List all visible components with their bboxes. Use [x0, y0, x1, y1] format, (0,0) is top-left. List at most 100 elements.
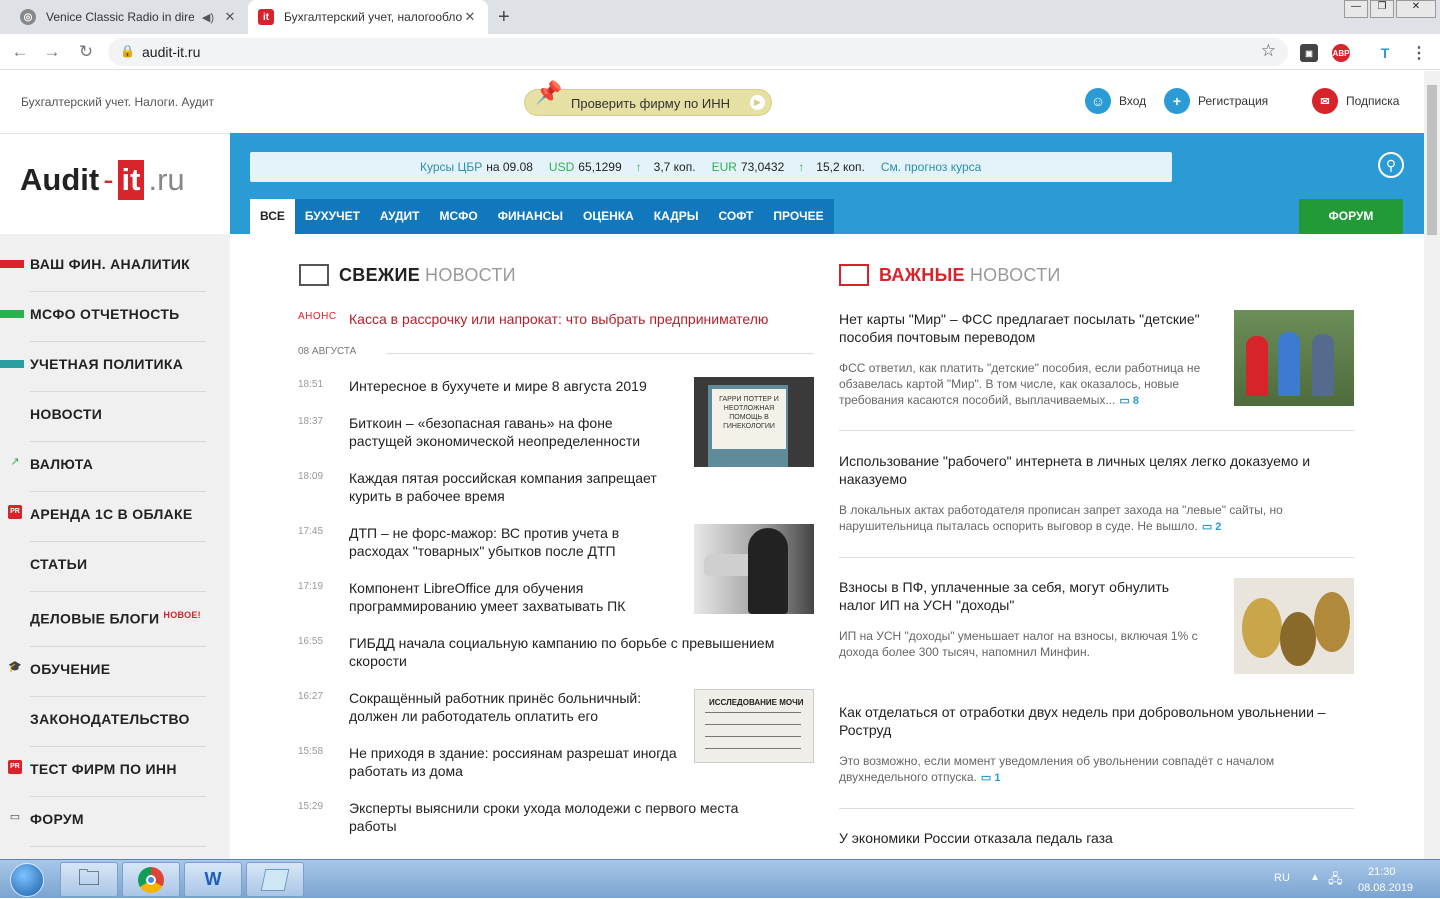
important-news-item[interactable]: Использование "рабочего" интернета в лич…: [839, 452, 1354, 558]
register-link[interactable]: + Регистрация: [1164, 88, 1268, 114]
sidebar-item-msfo[interactable]: МСФО ОТЧЕТНОСТЬ: [0, 292, 230, 342]
notepad-taskbar-button[interactable]: [246, 862, 304, 897]
sidebar-item-inn-test[interactable]: PR ТЕСТ ФИРМ ПО ИНН: [0, 747, 230, 797]
important-thumbnail-snakes[interactable]: [1234, 578, 1354, 674]
forecast-link[interactable]: См. прогноз курса: [881, 160, 981, 174]
login-link[interactable]: ☺ Вход: [1085, 88, 1146, 114]
news-title: Биткоин – «безопасная гавань» на фоне ра…: [349, 415, 641, 449]
important-news-title[interactable]: У экономики России отказала педаль газа: [839, 829, 1354, 847]
comment-count[interactable]: ▭ 8: [1119, 395, 1139, 407]
wordpad-taskbar-button[interactable]: W: [184, 862, 242, 897]
mail-icon: ✉: [1312, 88, 1338, 114]
comment-count[interactable]: ▭ 1: [981, 772, 1001, 784]
tab-buhuchet[interactable]: БУХУЧЕТ: [295, 199, 370, 234]
currency-rates-bar: Курсы ЦБР на 09.08 USD 65,1299 ↑ 3,7 коп…: [250, 152, 1172, 182]
news-time: 15:58: [298, 746, 324, 757]
menu-dots-icon[interactable]: ⋮: [1410, 44, 1428, 62]
chrome-taskbar-button[interactable]: [122, 862, 180, 897]
network-icon[interactable]: 🖧: [1328, 870, 1343, 892]
logo-ru: .ru: [148, 162, 185, 197]
important-thumbnail-kids[interactable]: [1234, 310, 1354, 406]
close-tab-icon[interactable]: ✕: [462, 9, 478, 25]
translate-extension-icon[interactable]: Т: [1376, 44, 1394, 62]
sidebar-item-label: СТАТЬИ: [30, 556, 88, 572]
tab-msfo[interactable]: МСФО: [430, 199, 488, 234]
comment-count[interactable]: ▭ 2: [1202, 521, 1222, 533]
important-news-header: ВАЖНЫЕ НОВОСТИ: [839, 264, 1061, 286]
sidebar-item-currency[interactable]: ↗ ВАЛЮТА: [0, 442, 230, 492]
comment-number: 1: [994, 772, 1001, 784]
forward-arrow-icon[interactable]: →: [42, 42, 62, 62]
play-arrow-icon: ▶: [750, 95, 765, 110]
important-news-title[interactable]: Взносы в ПФ, уплаченные за себя, могут о…: [839, 578, 1209, 614]
sidebar-item-blogs[interactable]: ДЕЛОВЫЕ БЛОГИ НОВОЕ!: [0, 592, 230, 647]
logo-area: Audit - it .ru: [0, 133, 230, 234]
minimize-button[interactable]: —: [1344, 0, 1368, 18]
tray-expand-icon[interactable]: ▲: [1310, 872, 1320, 883]
important-news-item[interactable]: У экономики России отказала педаль газа: [839, 829, 1354, 847]
anons-link[interactable]: Касса в рассрочку или напрокат: что выбр…: [349, 311, 768, 327]
address-bar[interactable]: 🔒 audit-it.ru ☆: [108, 38, 1288, 66]
user-icon: ☺: [1085, 88, 1111, 114]
sidebar-item-label: АРЕНДА 1С В ОБЛАКЕ: [30, 506, 193, 522]
sidebar-item-accounting-policy[interactable]: УЧЕТНАЯ ПОЛИТИКА: [0, 342, 230, 392]
forum-button[interactable]: ФОРУМ: [1299, 199, 1403, 234]
sidebar-item-education[interactable]: 🎓 ОБУЧЕНИЕ: [0, 647, 230, 697]
sidebar-item-label: ВАЛЮТА: [30, 456, 94, 472]
pr-icon: PR: [8, 760, 22, 774]
close-tab-icon[interactable]: ✕: [222, 9, 238, 25]
new-tab-button[interactable]: +: [498, 6, 510, 29]
search-icon[interactable]: ⚲: [1378, 152, 1404, 178]
pin-icon: 📌: [535, 80, 563, 105]
fresh-news-header: СВЕЖИЕ НОВОСТИ: [299, 264, 516, 286]
news-thumbnail-book[interactable]: ГАРРИ ПОТТЕР И НЕОТЛОЖНАЯ ПОМОЩЬ В ГИНЕК…: [694, 377, 814, 467]
speaker-icon[interactable]: ◀): [202, 11, 214, 24]
news-thumbnail-document[interactable]: ИССЛЕДОВАНИЕ МОЧИ: [694, 689, 814, 763]
clock-time[interactable]: 21:30: [1368, 866, 1396, 878]
news-thumbnail-car[interactable]: [694, 524, 814, 614]
important-news-item[interactable]: Как отделаться от отработки двух недель …: [839, 703, 1354, 809]
clock-date[interactable]: 08.08.2019: [1358, 882, 1413, 894]
logo-it: it: [117, 160, 145, 200]
bookmark-star-icon[interactable]: ☆: [1261, 41, 1276, 61]
tab-valuation[interactable]: ОЦЕНКА: [573, 199, 644, 234]
subscribe-link[interactable]: ✉ Подписка: [1312, 88, 1399, 114]
tab-all[interactable]: ВСЕ: [250, 199, 295, 234]
rates-date: на 09.08: [486, 160, 533, 174]
site-logo[interactable]: Audit - it .ru: [20, 160, 185, 200]
explorer-taskbar-button[interactable]: 🗀: [60, 862, 118, 897]
close-window-button[interactable]: ✕: [1396, 0, 1436, 18]
site-tagline: Бухгалтерский учет. Налоги. Аудит: [21, 95, 215, 109]
sidebar-item-label: ВАШ ФИН. АНАЛИТИК: [30, 256, 191, 272]
rates-label[interactable]: Курсы ЦБР: [420, 160, 482, 174]
start-button[interactable]: [2, 860, 52, 899]
reload-icon[interactable]: ↻: [76, 42, 96, 62]
adblock-icon[interactable]: ABP: [1332, 44, 1350, 62]
sidebar-item-legislation[interactable]: ЗАКОНОДАТЕЛЬСТВО: [0, 697, 230, 747]
tab-hr[interactable]: КАДРЫ: [644, 199, 709, 234]
back-arrow-icon[interactable]: ←: [10, 42, 30, 62]
scrollbar-thumb[interactable]: [1427, 85, 1437, 235]
tab-venice-radio[interactable]: ◎ Venice Classic Radio in diretta ◀) ✕: [10, 0, 248, 34]
tab-soft[interactable]: СОФТ: [709, 199, 764, 234]
important-news-title[interactable]: Нет карты "Мир" – ФСС предлагает посылат…: [839, 310, 1209, 346]
page-scrollbar[interactable]: [1424, 71, 1440, 859]
important-news-title[interactable]: Как отделаться от отработки двух недель …: [839, 703, 1354, 739]
tab-audit[interactable]: АУДИТ: [370, 199, 430, 234]
sidebar-item-forum[interactable]: ▭ ФОРУМ: [0, 797, 230, 847]
important-news-desc: ИП на УСН "доходы" уменьшает налог на вз…: [839, 629, 1198, 659]
maximize-button[interactable]: ❐: [1370, 0, 1394, 18]
sidebar-item-articles[interactable]: СТАТЬИ: [0, 542, 230, 592]
browser-tab-bar: ◎ Venice Classic Radio in diretta ◀) ✕ i…: [0, 0, 1440, 34]
important-news-title[interactable]: Использование "рабочего" интернета в лич…: [839, 452, 1354, 488]
sidebar-item-fin-analyst[interactable]: ВАШ ФИН. АНАЛИТИК: [0, 242, 230, 292]
check-inn-label: Проверить фирму по ИНН: [571, 96, 731, 111]
tab-audit-it[interactable]: it Бухгалтерский учет, налогообложение ✕: [248, 0, 488, 34]
tab-finance[interactable]: ФИНАНСЫ: [488, 199, 573, 234]
tab-other[interactable]: ПРОЧЕЕ: [763, 199, 833, 234]
sidebar-item-news[interactable]: НОВОСТИ: [0, 392, 230, 442]
sidebar-item-1c-cloud[interactable]: PR АРЕНДА 1С В ОБЛАКЕ: [0, 492, 230, 542]
extension-icon[interactable]: ▣: [1300, 44, 1318, 62]
language-indicator[interactable]: RU: [1274, 872, 1290, 884]
check-inn-button[interactable]: 📌 Проверить фирму по ИНН ▶: [524, 80, 772, 116]
